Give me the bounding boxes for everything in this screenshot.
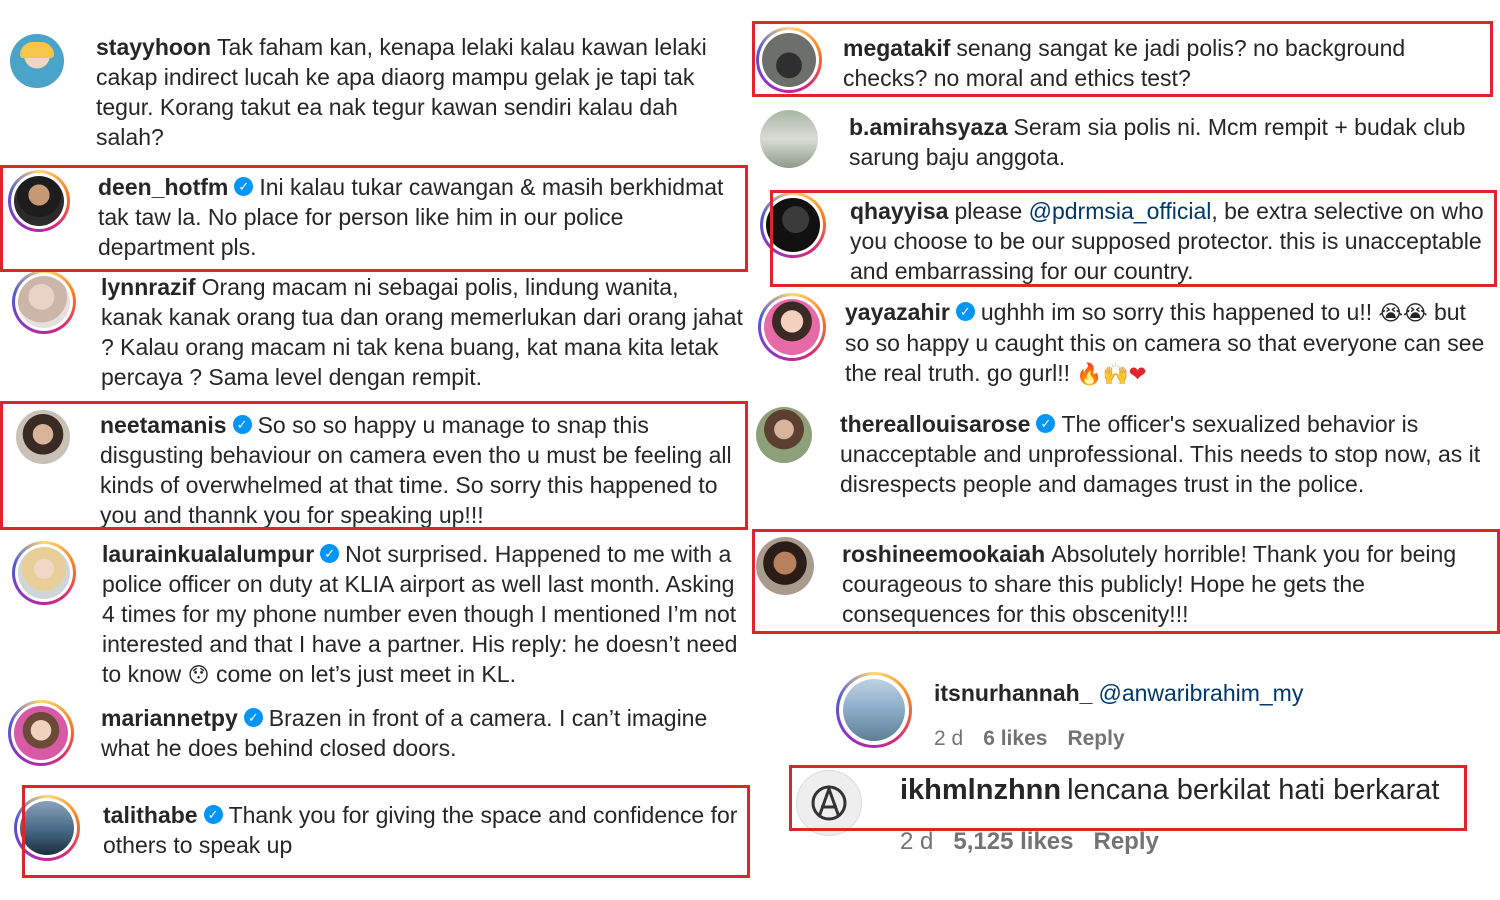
verified-badge-icon: ✓ (232, 415, 252, 435)
verified-badge-icon: ✓ (203, 805, 223, 825)
username[interactable]: mariannetpy (101, 705, 238, 731)
mention-link[interactable]: @pdrmsia_official (1029, 198, 1212, 224)
comment-qhayyisa: qhayyisa please @pdrmsia_official, be ext… (752, 192, 1497, 287)
comment-meta: 2 d 6 likes Reply (934, 727, 1145, 751)
comment-text: thereallouisarose ✓ The officer's sexualiz… (840, 411, 1481, 497)
verified-badge-icon: ✓ (955, 302, 975, 322)
avatar[interactable] (20, 801, 74, 855)
verified-badge-icon: ✓ (320, 544, 340, 564)
anarchy-avatar-icon[interactable] (796, 770, 862, 836)
comment-text: itsnurhannah_ @anwaribrahim_my (934, 678, 1494, 708)
comment-b-amirahsyaza: b.amirahsyaza Seram sia polis ni. Mcm rem… (752, 108, 1497, 183)
comment-text: stayyhoon Tak faham kan, kenapa lelaki ka… (96, 34, 707, 150)
avatar[interactable] (14, 706, 68, 760)
verified-badge-icon: ✓ (243, 708, 263, 728)
username[interactable]: ikhmlnzhnn (900, 774, 1061, 806)
verified-badge-icon: ✓ (1036, 414, 1056, 434)
comment-text: mariannetpy ✓ Brazen in front of a camera.… (101, 705, 708, 761)
comment-text: neetamanis ✓ So so so happy u manage to sn… (100, 412, 732, 528)
username[interactable]: neetamanis (100, 412, 227, 438)
username[interactable]: qhayyisa (850, 198, 948, 224)
verified-badge-icon: ✓ (234, 177, 254, 197)
username[interactable]: deen_hotfm (98, 174, 228, 200)
comment-text: yayazahir ✓ ughhh im so sorry this happene… (845, 299, 1485, 386)
avatar[interactable] (843, 679, 905, 741)
avatar[interactable] (760, 110, 818, 168)
reply-button[interactable]: Reply (1093, 828, 1158, 855)
comment-text: qhayyisa please @pdrmsia_official, be ext… (850, 198, 1484, 284)
username[interactable]: b.amirahsyaza (849, 114, 1008, 140)
likes-count[interactable]: 6 likes (983, 727, 1047, 750)
username[interactable]: yayazahir (845, 299, 950, 325)
username[interactable]: lynnrazif (101, 274, 196, 300)
comment-text: lynnrazif Orang macam ni sebagai polis, l… (101, 274, 743, 390)
comment-deen-hotfm: deen_hotfm ✓ Ini kalau tukar cawangan & ma… (0, 170, 745, 270)
comment-talithabe: talithabe ✓ Thank you for giving the space… (0, 795, 745, 875)
comment-mariannetpy: mariannetpy ✓ Brazen in front of a camera.… (0, 700, 745, 780)
timestamp: 2 d (900, 828, 934, 855)
avatar[interactable] (762, 33, 816, 87)
fire-hands-heart-emoji-icon: 🔥🙌❤ (1076, 362, 1147, 386)
avatar[interactable] (18, 276, 70, 328)
comment-meta: 2 d 5,125 likes Reply (900, 828, 1179, 856)
avatar[interactable] (766, 198, 820, 252)
comment-megatakif: megatakif senang sangat ke jadi polis? no… (752, 25, 1497, 100)
comment-text: b.amirahsyaza Seram sia polis ni. Mcm rem… (849, 114, 1466, 170)
comment-neetamanis: neetamanis ✓ So so so happy u manage to sn… (0, 408, 745, 533)
username[interactable]: thereallouisarose (840, 411, 1030, 437)
avatar[interactable] (756, 537, 814, 595)
reply-button[interactable]: Reply (1067, 727, 1124, 750)
comment-text: roshineemookaiah Absolutely horrible! Tha… (842, 541, 1457, 627)
avatar[interactable] (764, 299, 820, 355)
avatar[interactable] (16, 410, 70, 464)
avatar[interactable] (18, 547, 70, 599)
comment-stayyhoon: stayyhoon Tak faham kan, kenapa lelaki ka… (0, 30, 745, 160)
avatar[interactable] (756, 407, 812, 463)
avatar[interactable] (14, 176, 64, 226)
comment-text: ikhmlnzhnn lencana berkilat hati berkarat (900, 774, 1440, 806)
timestamp: 2 d (934, 727, 964, 750)
mention-link[interactable]: @anwaribrahim_my (1098, 680, 1303, 706)
username[interactable]: roshineemookaiah (842, 541, 1045, 567)
comment-text: talithabe ✓ Thank you for giving the space… (103, 802, 738, 858)
avatar[interactable] (10, 34, 64, 88)
comment-ikhmlnzhnn: ikhmlnzhnn lencana berkilat hati berkarat… (752, 768, 1497, 868)
comment-text: megatakif senang sangat ke jadi polis? no… (843, 35, 1406, 91)
comment-thereallouisarose: thereallouisarose ✓ The officer's sexualiz… (752, 405, 1497, 505)
comment-text: deen_hotfm ✓ Ini kalau tukar cawangan & ma… (98, 174, 724, 260)
comment-laurainkualalumpur: laurainkualalumpur ✓ Not surprised. Happen… (0, 537, 745, 692)
username[interactable]: megatakif (843, 35, 950, 61)
crying-emoji-icon: 😭😭 (1378, 301, 1428, 325)
username[interactable]: talithabe (103, 802, 198, 828)
username[interactable]: stayyhoon (96, 34, 211, 60)
username[interactable]: itsnurhannah_ (934, 680, 1092, 706)
comment-lynnrazif: lynnrazif Orang macam ni sebagai polis, l… (0, 270, 745, 395)
comment-text: laurainkualalumpur ✓ Not surprised. Happen… (102, 541, 738, 687)
comment-itsnurhannah: itsnurhannah_ @anwaribrahim_my 2 d 6 likes… (752, 672, 1497, 762)
comment-roshineemookaiah: roshineemookaiah Absolutely horrible! Tha… (752, 535, 1497, 635)
likes-count[interactable]: 5,125 likes (953, 828, 1073, 855)
username[interactable]: laurainkualalumpur (102, 541, 314, 567)
comment-yayazahir: yayazahir ✓ ughhh im so sorry this happene… (752, 293, 1497, 393)
surprised-emoji-icon: 😯 (187, 663, 210, 687)
